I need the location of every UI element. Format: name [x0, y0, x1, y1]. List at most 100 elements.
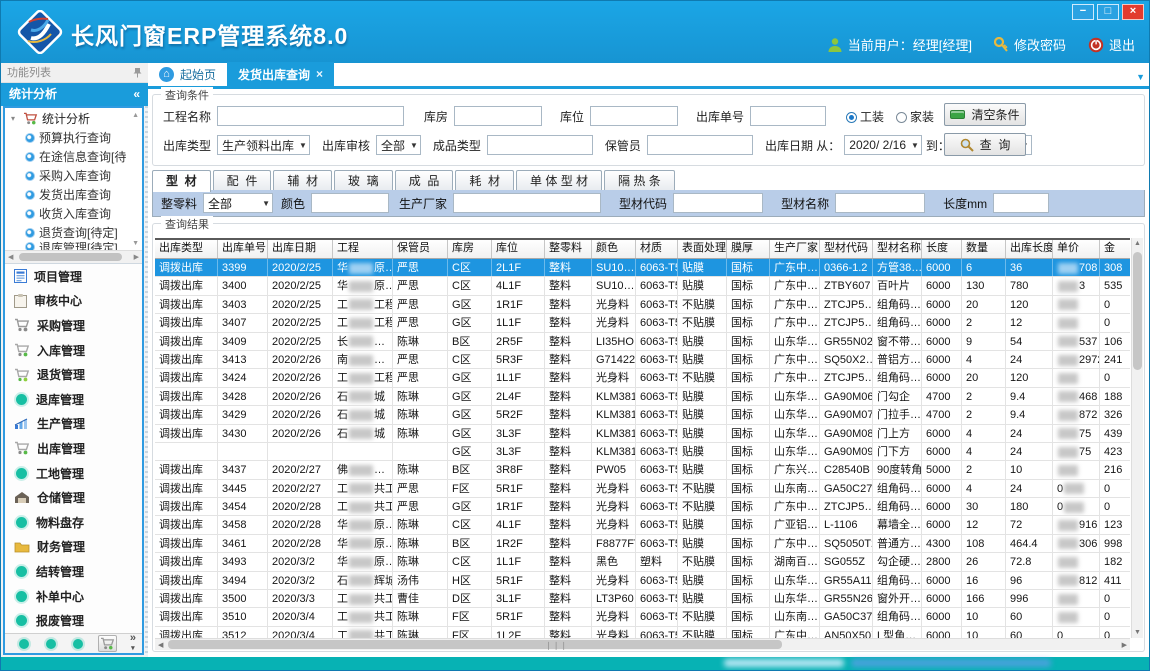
- table-row[interactable]: 调拨出库34242020/2/26工工程严思G区1L1F整料光身料6063-T5…: [155, 369, 1130, 387]
- material-tab-5[interactable]: 耗 材: [455, 170, 514, 191]
- sidebar-item-退货管理[interactable]: 退货管理: [5, 362, 142, 387]
- sidebar-item-审核中心[interactable]: 审核中心: [5, 289, 142, 314]
- material-tab-3[interactable]: 玻 璃: [334, 170, 393, 191]
- material-tab-1[interactable]: 配 件: [213, 170, 272, 191]
- table-row[interactable]: 调拨出库35122020/3/4工共工程陈琳F区1L2F整料光身料6063-T5…: [155, 627, 1130, 638]
- tab-shipment-outbound-query[interactable]: 发货出库查询 ×: [227, 62, 334, 86]
- sidebar-item-物料盘存[interactable]: 物料盘存: [5, 510, 142, 535]
- tab-list-dropdown-icon[interactable]: ▼: [1136, 72, 1145, 82]
- column-header-14[interactable]: 型材名称: [873, 240, 922, 258]
- sidebar-item-报废管理[interactable]: 报废管理: [5, 608, 142, 633]
- statistics-section-header[interactable]: 统计分析 «: [1, 83, 148, 106]
- table-row[interactable]: 调拨出库34582020/2/28华原…陈琳C区4L1F整料光身料6063-T5…: [155, 516, 1130, 534]
- table-row[interactable]: 调拨出库34612020/2/28华原…陈琳B区1R2F整料F8877FT606…: [155, 535, 1130, 553]
- tab-close-icon[interactable]: ×: [316, 67, 323, 81]
- overflow-chevron[interactable]: »▾: [130, 634, 136, 653]
- table-row[interactable]: 调拨出库34292020/2/26石城陈琳G区5R2F整料KLM38176063…: [155, 406, 1130, 424]
- tree-scroll-down-icon[interactable]: ▼: [132, 240, 139, 247]
- vertical-scrollbar[interactable]: ▲ ▼: [1131, 238, 1143, 638]
- table-row[interactable]: 调拨出库34132020/2/26南…严思C区5R3F整料G714226063-…: [155, 351, 1130, 369]
- scroll-left-icon[interactable]: ◀: [158, 641, 163, 649]
- table-row[interactable]: 调拨出库34092020/2/25长…陈琳B区2R5F整料LI35HO6063-…: [155, 333, 1130, 351]
- module-dot-icon[interactable]: [73, 639, 83, 649]
- column-header-11[interactable]: 膜厚: [727, 240, 770, 258]
- sidebar-item-财务管理[interactable]: 财务管理: [5, 535, 142, 560]
- module-dot-icon[interactable]: [19, 639, 29, 649]
- date-from-picker[interactable]: 2020/ 2/16▼: [844, 135, 922, 155]
- sidebar-item-项目管理[interactable]: 项目管理: [5, 264, 142, 289]
- scroll-up-icon[interactable]: ▲: [1132, 240, 1143, 247]
- minimize-button[interactable]: −: [1072, 4, 1094, 20]
- logout-button[interactable]: 退出: [1088, 35, 1135, 54]
- clear-conditions-button[interactable]: 清空条件: [944, 103, 1026, 126]
- column-header-3[interactable]: 工程: [333, 240, 393, 258]
- column-header-13[interactable]: 型材代码: [820, 240, 873, 258]
- tree-horizontal-scrollbar[interactable]: ◀ ▶: [5, 250, 142, 263]
- color-input[interactable]: [311, 193, 389, 213]
- column-header-16[interactable]: 数量: [962, 240, 1006, 258]
- maker-input[interactable]: [453, 193, 601, 213]
- tree-scroll-thumb[interactable]: [19, 253, 122, 261]
- tree-item-4[interactable]: 收货入库查询: [5, 204, 142, 223]
- vscroll-thumb[interactable]: [1133, 252, 1142, 370]
- column-header-7[interactable]: 整零料: [545, 240, 592, 258]
- collapse-icon[interactable]: «: [133, 83, 140, 106]
- scroll-right-icon[interactable]: ▶: [134, 253, 139, 261]
- outbound-audit-combo[interactable]: 全部▼: [376, 135, 421, 155]
- table-row[interactable]: 调拨出库34932020/3/2华原…陈琳C区1L1F整料黑色塑料不贴膜国标湖南…: [155, 553, 1130, 571]
- scroll-left-icon[interactable]: ◀: [8, 253, 13, 261]
- sidebar-item-补单中心[interactable]: 补单中心: [5, 584, 142, 609]
- table-row[interactable]: 调拨出库34032020/2/25工工程严思G区1R1F整料光身料6063-T5…: [155, 296, 1130, 314]
- sidebar-item-入库管理[interactable]: 入库管理: [5, 338, 142, 363]
- material-tab-0[interactable]: 型 材: [152, 170, 211, 192]
- radio-home[interactable]: 家装: [896, 108, 934, 125]
- column-header-10[interactable]: 表面处理: [678, 240, 727, 258]
- column-header-2[interactable]: 出库日期: [268, 240, 333, 258]
- table-row[interactable]: 调拨出库35002020/3/3工共工程曹佳D区3L1F整料LT3P606063…: [155, 590, 1130, 608]
- project-name-input[interactable]: [217, 106, 404, 126]
- location-input[interactable]: [590, 106, 678, 126]
- column-header-5[interactable]: 库房: [448, 240, 492, 258]
- close-button[interactable]: ×: [1122, 4, 1144, 20]
- maximize-button[interactable]: □: [1097, 4, 1119, 20]
- search-button[interactable]: 查 询: [944, 133, 1026, 156]
- material-tab-6[interactable]: 单 体 型 材: [516, 170, 602, 191]
- table-row[interactable]: G区3L3F整料KLM38176063-T5贴膜国标山东华…GA90M09…门下…: [155, 443, 1130, 461]
- scroll-down-icon[interactable]: ▼: [1132, 629, 1143, 636]
- column-header-19[interactable]: 金: [1100, 240, 1130, 258]
- tree-item-3[interactable]: 发货出库查询: [5, 185, 142, 204]
- column-header-0[interactable]: 出库类型: [155, 240, 218, 258]
- module-cart-button[interactable]: [98, 635, 117, 652]
- sidebar-item-采购管理[interactable]: 采购管理: [5, 313, 142, 338]
- order-no-input[interactable]: [750, 106, 826, 126]
- sidebar-item-退库管理[interactable]: 退库管理: [5, 387, 142, 412]
- table-row[interactable]: 调拨出库34302020/2/26石城陈琳G区3L3F整料KLM38176063…: [155, 425, 1130, 443]
- product-type-input[interactable]: [487, 135, 593, 155]
- column-header-9[interactable]: 材质: [636, 240, 678, 258]
- column-header-6[interactable]: 库位: [492, 240, 545, 258]
- table-row[interactable]: 调拨出库35102020/3/4工共工程陈琳F区5R1F整料光身料6063-T5…: [155, 608, 1130, 626]
- column-header-15[interactable]: 长度: [922, 240, 962, 258]
- table-row[interactable]: 调拨出库34372020/2/27佛…陈琳B区3R8F整料PW056063-T5…: [155, 461, 1130, 479]
- tree-item-5[interactable]: 退货查询[待定]: [5, 223, 142, 242]
- change-password-button[interactable]: 修改密码: [994, 35, 1066, 54]
- table-row[interactable]: 调拨出库34452020/2/27工共工程严思F区5R1F整料光身料6063-T…: [155, 480, 1130, 498]
- sidebar-item-出库管理[interactable]: 出库管理: [5, 436, 142, 461]
- whole-piece-combo[interactable]: 全部▼: [203, 193, 273, 213]
- table-row[interactable]: 调拨出库34282020/2/26石城陈琳G区2L4F整料KLM38176063…: [155, 388, 1130, 406]
- hscroll-thumb[interactable]: [168, 640, 782, 649]
- tree-root-statistics[interactable]: ▾ 统计分析: [5, 108, 142, 128]
- profile-code-input[interactable]: [673, 193, 763, 213]
- tree-item-2[interactable]: 采购入库查询: [5, 166, 142, 185]
- table-row[interactable]: 调拨出库34072020/2/25工工程严思G区1L1F整料光身料6063-T5…: [155, 314, 1130, 332]
- keeper-input[interactable]: [647, 135, 753, 155]
- sidebar-item-仓储管理[interactable]: 仓储管理: [5, 485, 142, 510]
- table-row[interactable]: 调拨出库34002020/2/25华原…严思C区4L1F整料SU10…6063-…: [155, 277, 1130, 295]
- material-tab-2[interactable]: 辅 材: [273, 170, 332, 191]
- outbound-type-combo[interactable]: 生产领料出库▼: [217, 135, 310, 155]
- tree-item-1[interactable]: 在途信息查询[待: [5, 147, 142, 166]
- warehouse-input[interactable]: [454, 106, 542, 126]
- scroll-right-icon[interactable]: ▶: [1122, 641, 1127, 649]
- sidebar-item-结转管理[interactable]: 结转管理: [5, 559, 142, 584]
- tree-scroll-up-icon[interactable]: ▲: [132, 112, 139, 119]
